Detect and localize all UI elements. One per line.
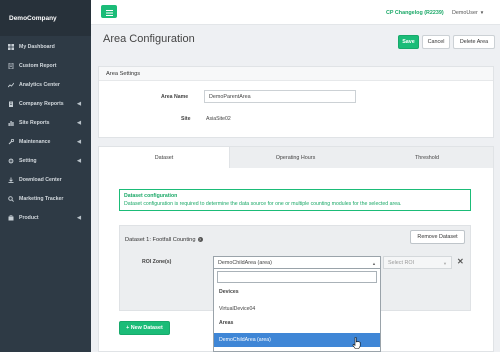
dropdown-group-areas: Areas xyxy=(219,320,234,326)
top-bar: CP Changelog (R2239) DemoUser ▼ xyxy=(91,0,500,25)
remove-roi-icon[interactable]: ✕ xyxy=(457,257,464,267)
tab-operating-hours[interactable]: Operating Hours xyxy=(230,147,361,168)
sidebar-item-label: Download Center xyxy=(19,177,62,184)
sidebar-item-label: Marketing Tracker xyxy=(19,196,64,203)
document-icon xyxy=(6,62,15,69)
hamburger-icon xyxy=(105,3,113,21)
caret-up-icon: ▲ xyxy=(372,261,376,266)
sidebar-nav: My Dashboard Custom Report Analytics Cen… xyxy=(0,37,91,228)
sidebar-item-site-reports[interactable]: Site Reports ◀ xyxy=(0,113,91,132)
sidebar-item-product[interactable]: Product ◀ xyxy=(0,209,91,228)
product-icon xyxy=(6,215,15,221)
download-icon xyxy=(6,177,15,184)
select-roi-dropdown[interactable]: Select ROI ▼ xyxy=(383,256,452,269)
search-icon xyxy=(6,196,15,203)
save-button[interactable]: Save xyxy=(398,35,419,49)
caret-down-icon: ▼ xyxy=(443,261,447,266)
site-value: AsiaSite02 xyxy=(206,116,231,122)
dashboard-icon xyxy=(6,43,15,50)
sidebar: DemoCompany My Dashboard Custom Report A… xyxy=(0,0,91,352)
sidebar-item-download-center[interactable]: Download Center xyxy=(0,171,91,190)
sidebar-item-my-dashboard[interactable]: My Dashboard xyxy=(0,37,91,56)
chart-bar-icon xyxy=(6,120,15,126)
sidebar-item-analytics-center[interactable]: Analytics Center xyxy=(0,75,91,94)
sidebar-item-company-reports[interactable]: Company Reports ◀ xyxy=(0,94,91,113)
gear-icon xyxy=(6,158,15,164)
caret-left-icon: ◀ xyxy=(77,119,81,126)
sidebar-item-label: Site Reports xyxy=(19,119,50,126)
dropdown-option-virtualdevice04[interactable]: VirtualDevice04 xyxy=(219,306,255,312)
dataset-title-text: Dataset 1: Footfall Counting xyxy=(125,237,196,243)
caret-left-icon: ◀ xyxy=(77,139,81,146)
chart-icon xyxy=(6,82,15,88)
info-box: Dataset configuration Dataset configurat… xyxy=(119,189,471,211)
roi-zone-label: ROI Zone(s) xyxy=(142,259,172,265)
info-title: Dataset configuration xyxy=(124,193,178,199)
sidebar-item-label: Analytics Center xyxy=(19,81,60,88)
area-name-input[interactable]: DemoParentArea xyxy=(204,90,356,103)
select-roi-placeholder: Select ROI xyxy=(388,260,415,266)
tab-strip: Dataset Operating Hours Threshold xyxy=(99,147,493,168)
sidebar-item-label: Custom Report xyxy=(19,62,57,69)
sidebar-item-label: My Dashboard xyxy=(19,43,55,50)
area-name-label: Area Name xyxy=(161,94,189,100)
hand-cursor-icon xyxy=(352,336,361,352)
remove-dataset-button[interactable]: Remove Dataset xyxy=(410,230,465,244)
dataset-title: Dataset 1: Footfall Counting? xyxy=(125,237,203,243)
tab-dataset[interactable]: Dataset xyxy=(99,147,230,168)
info-text: Dataset configuration is required to det… xyxy=(124,201,402,207)
new-dataset-button[interactable]: + New Dataset xyxy=(119,321,170,335)
sidebar-item-maintenance[interactable]: Maintenance ◀ xyxy=(0,132,91,151)
caret-left-icon: ◀ xyxy=(77,158,81,165)
area-settings-heading: Area Settings xyxy=(99,67,493,81)
tab-threshold[interactable]: Threshold xyxy=(361,147,493,168)
roi-zone-value: DemoChildArea (area) xyxy=(218,260,272,266)
caret-left-icon: ◀ xyxy=(77,215,81,222)
sidebar-item-custom-report[interactable]: Custom Report xyxy=(0,56,91,75)
caret-left-icon: ◀ xyxy=(77,100,81,107)
dropdown-search-input[interactable] xyxy=(217,271,377,283)
dropdown-group-devices: Devices xyxy=(219,289,239,295)
sidebar-item-label: Maintenance xyxy=(19,139,51,146)
menu-toggle-button[interactable] xyxy=(101,5,117,18)
wrench-icon xyxy=(6,139,15,145)
caret-down-icon: ▼ xyxy=(479,10,485,15)
sidebar-item-label: Setting xyxy=(19,158,37,165)
changelog-link[interactable]: CP Changelog (R2239) xyxy=(386,10,444,16)
sidebar-item-label: Company Reports xyxy=(19,100,64,107)
sidebar-item-setting[interactable]: Setting ◀ xyxy=(0,152,91,171)
help-icon[interactable]: ? xyxy=(197,237,203,242)
roi-zone-select[interactable]: DemoChildArea (area) ▲ xyxy=(213,256,381,269)
site-label: Site xyxy=(181,116,191,122)
sidebar-item-label: Product xyxy=(19,215,39,222)
brand-logo[interactable]: DemoCompany xyxy=(0,0,91,36)
page-title: Area Configuration xyxy=(103,33,195,45)
sidebar-item-marketing-tracker[interactable]: Marketing Tracker xyxy=(0,190,91,209)
delete-area-button[interactable]: Delete Area xyxy=(453,35,495,49)
area-settings-card: Area Settings Area Name DemoParentArea S… xyxy=(98,66,494,138)
user-menu[interactable]: DemoUser ▼ xyxy=(452,10,484,16)
building-icon xyxy=(6,101,15,107)
user-name: DemoUser xyxy=(452,10,478,16)
cancel-button[interactable]: Cancel xyxy=(422,35,450,49)
